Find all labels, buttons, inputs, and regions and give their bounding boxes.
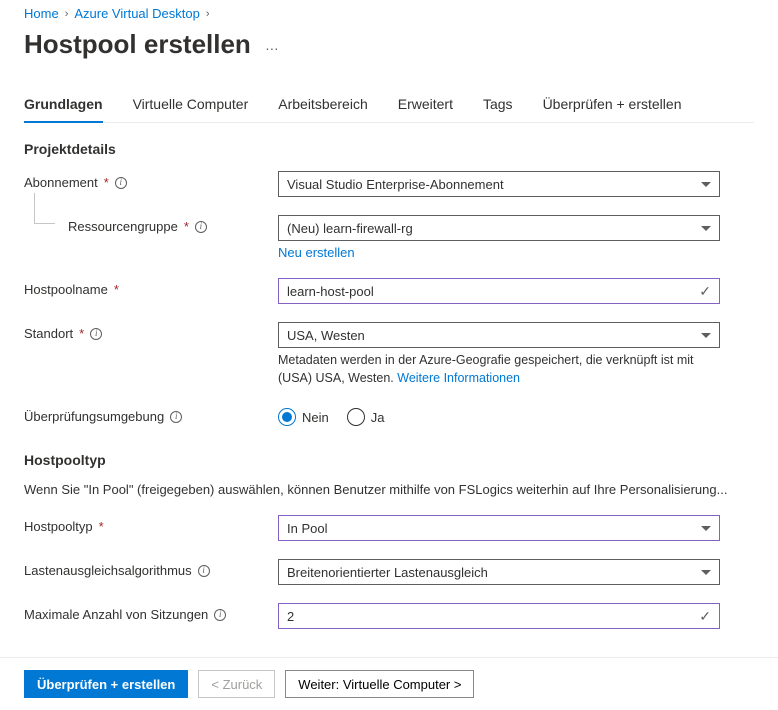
info-icon[interactable]: i (115, 177, 127, 189)
label-max-sessions: Maximale Anzahl von Sitzungen (24, 607, 208, 622)
tab-review[interactable]: Überprüfen + erstellen (543, 96, 682, 122)
label-resource-group: Ressourcengruppe (68, 219, 178, 234)
review-create-button[interactable]: Überprüfen + erstellen (24, 670, 188, 698)
check-icon: ✓ (699, 608, 711, 625)
hostpool-type-select[interactable]: In Pool (278, 515, 720, 541)
label-load-balancing: Lastenausgleichsalgorithmus (24, 563, 192, 578)
tab-arbeitsbereich[interactable]: Arbeitsbereich (278, 96, 368, 122)
load-balancing-select[interactable]: Breitenorientierter Lastenausgleich (278, 559, 720, 585)
required-marker: * (99, 519, 104, 534)
tab-erweitert[interactable]: Erweitert (398, 96, 453, 122)
label-location: Standort (24, 326, 73, 341)
label-subscription: Abonnement (24, 175, 98, 190)
info-icon[interactable]: i (90, 328, 102, 340)
next-button[interactable]: Weiter: Virtuelle Computer > (285, 670, 474, 698)
chevron-right-icon: › (206, 8, 210, 20)
chevron-down-icon (701, 333, 711, 338)
required-marker: * (104, 175, 109, 190)
location-helper: Metadaten werden in der Azure-Geografie … (278, 352, 720, 387)
load-balancing-value: Breitenorientierter Lastenausgleich (287, 565, 488, 580)
info-icon[interactable]: i (214, 609, 226, 621)
tabs: Grundlagen Virtuelle Computer Arbeitsber… (24, 96, 754, 123)
hostpool-name-input[interactable]: learn-host-pool ✓ (278, 278, 720, 304)
max-sessions-input[interactable]: 2 ✓ (278, 603, 720, 629)
back-button: < Zurück (198, 670, 275, 698)
chevron-down-icon (701, 526, 711, 531)
wizard-footer: Überprüfen + erstellen < Zurück Weiter: … (0, 657, 778, 710)
required-marker: * (184, 219, 189, 234)
hostpool-type-value: In Pool (287, 521, 327, 536)
hostpool-name-value: learn-host-pool (287, 284, 374, 299)
breadcrumb: Home › Azure Virtual Desktop › (24, 6, 754, 21)
breadcrumb-parent[interactable]: Azure Virtual Desktop (74, 6, 200, 21)
info-icon[interactable]: i (170, 411, 182, 423)
tab-tags[interactable]: Tags (483, 96, 513, 122)
required-marker: * (114, 282, 119, 297)
label-hostpool-type: Hostpooltyp (24, 519, 93, 534)
section-hostpool-type: Hostpooltyp (24, 452, 754, 468)
chevron-down-icon (701, 570, 711, 575)
tab-grundlagen[interactable]: Grundlagen (24, 96, 103, 122)
subscription-value: Visual Studio Enterprise-Abonnement (287, 177, 504, 192)
breadcrumb-home[interactable]: Home (24, 6, 59, 21)
check-icon: ✓ (699, 283, 711, 300)
radio-icon (278, 408, 296, 426)
validation-env-no[interactable]: Nein (278, 408, 329, 426)
max-sessions-value: 2 (287, 609, 294, 624)
hostpool-type-description: Wenn Sie "In Pool" (freigegeben) auswähl… (24, 482, 754, 497)
radio-icon (347, 408, 365, 426)
section-project-details: Projektdetails (24, 141, 754, 157)
info-icon[interactable]: i (195, 221, 207, 233)
location-select[interactable]: USA, Westen (278, 322, 720, 348)
more-actions-icon[interactable]: … (265, 37, 280, 53)
chevron-down-icon (701, 226, 711, 231)
subscription-select[interactable]: Visual Studio Enterprise-Abonnement (278, 171, 720, 197)
radio-label-yes: Ja (371, 410, 385, 425)
chevron-right-icon: › (65, 8, 69, 20)
info-icon[interactable]: i (198, 565, 210, 577)
page-title: Hostpool erstellen (24, 29, 251, 60)
required-marker: * (79, 326, 84, 341)
resource-group-select[interactable]: (Neu) learn-firewall-rg (278, 215, 720, 241)
label-validation-env: Überprüfungsumgebung (24, 409, 164, 424)
resource-group-value: (Neu) learn-firewall-rg (287, 221, 413, 236)
chevron-down-icon (701, 182, 711, 187)
more-info-link[interactable]: Weitere Informationen (397, 371, 520, 385)
validation-env-yes[interactable]: Ja (347, 408, 385, 426)
radio-label-no: Nein (302, 410, 329, 425)
location-value: USA, Westen (287, 328, 365, 343)
validation-env-radio-group: Nein Ja (278, 405, 720, 426)
tab-virtuelle-computer[interactable]: Virtuelle Computer (133, 96, 249, 122)
label-hostpool-name: Hostpoolname (24, 282, 108, 297)
create-new-link[interactable]: Neu erstellen (278, 245, 355, 260)
